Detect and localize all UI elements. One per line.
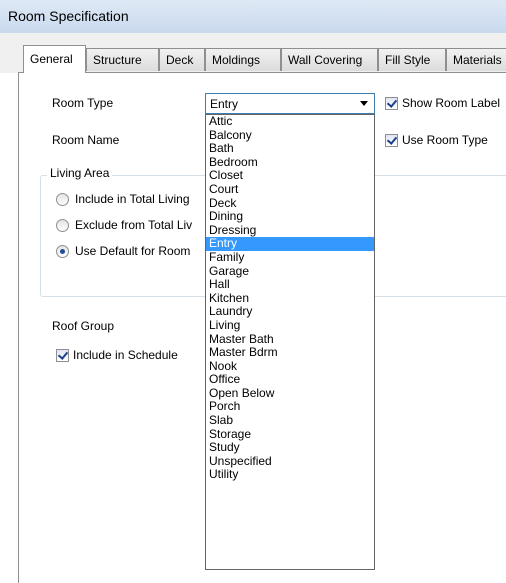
dropdown-option[interactable]: Laundry	[206, 305, 374, 319]
use-room-type-text: Use Room Type	[402, 133, 488, 147]
dropdown-option[interactable]: Master Bdrm	[206, 345, 374, 360]
room-name-label: Room Name	[52, 133, 120, 147]
use-default-radio[interactable]	[56, 245, 69, 258]
dropdown-option[interactable]: Deck	[206, 196, 374, 211]
tab-deck[interactable]: Deck	[159, 48, 205, 71]
tab-general[interactable]: General	[23, 45, 86, 73]
dropdown-option[interactable]: Unspecified	[206, 454, 374, 469]
show-room-label-text: Show Room Label	[402, 96, 501, 110]
dropdown-option[interactable]: Master Bath	[206, 332, 374, 347]
dropdown-option[interactable]: Family	[206, 250, 374, 265]
exclude-living-radio[interactable]	[56, 219, 69, 232]
dropdown-option[interactable]: Court	[206, 182, 374, 197]
room-type-dropdown-list[interactable]: Attic Balcony Bath Bedroom Closet Court Deck Di…	[205, 114, 375, 570]
dropdown-option[interactable]: Bedroom	[206, 155, 374, 170]
dropdown-option[interactable]: Entry	[206, 237, 374, 251]
dropdown-option[interactable]: Office	[206, 373, 374, 387]
dropdown-option[interactable]: Hall	[206, 278, 374, 292]
dropdown-option[interactable]: Study	[206, 441, 374, 455]
tab-structure[interactable]: Structure	[86, 48, 159, 71]
living-area-title: Living Area	[47, 166, 113, 180]
show-room-label-checkbox[interactable]	[385, 97, 398, 110]
dropdown-option[interactable]: Slab	[206, 413, 374, 428]
room-type-select[interactable]: Entry	[205, 93, 375, 114]
dropdown-option[interactable]: Attic	[206, 114, 374, 129]
include-living-radio[interactable]	[56, 193, 69, 206]
include-living-label: Include in Total Living	[75, 192, 190, 206]
dropdown-option[interactable]: Nook	[206, 359, 374, 374]
use-room-type-checkbox[interactable]	[385, 134, 398, 147]
dropdown-option[interactable]: Dining	[206, 210, 374, 224]
dropdown-option[interactable]: Bath	[206, 142, 374, 156]
dropdown-option[interactable]: Garage	[206, 264, 374, 279]
chevron-down-icon[interactable]	[360, 101, 368, 106]
window-title: Room Specification	[8, 8, 129, 24]
tab-materials[interactable]: Materials	[446, 48, 506, 71]
room-type-value: Entry	[210, 97, 239, 111]
include-in-schedule-checkbox[interactable]	[56, 349, 69, 362]
dropdown-option[interactable]: Open Below	[206, 386, 374, 401]
dropdown-option[interactable]: Storage	[206, 427, 374, 442]
tab-fill-style[interactable]: Fill Style	[378, 48, 446, 71]
dropdown-option[interactable]: Utility	[206, 468, 374, 482]
dropdown-option[interactable]: Living	[206, 318, 374, 333]
roof-group-label: Roof Group	[52, 319, 115, 333]
tab-moldings[interactable]: Moldings	[205, 48, 281, 71]
tab-wall-covering[interactable]: Wall Covering	[281, 48, 378, 71]
dropdown-option[interactable]: Kitchen	[206, 291, 374, 306]
use-default-label: Use Default for Room	[75, 244, 191, 258]
dropdown-option[interactable]: Balcony	[206, 128, 374, 143]
include-in-schedule-text: Include in Schedule	[73, 348, 178, 362]
dropdown-option[interactable]: Porch	[206, 400, 374, 414]
title-bar: Room Specification	[0, 0, 506, 34]
dropdown-option[interactable]: Closet	[206, 169, 374, 183]
exclude-living-label: Exclude from Total Liv	[75, 218, 193, 232]
room-type-label: Room Type	[52, 96, 114, 110]
dropdown-option[interactable]: Dressing	[206, 223, 374, 238]
